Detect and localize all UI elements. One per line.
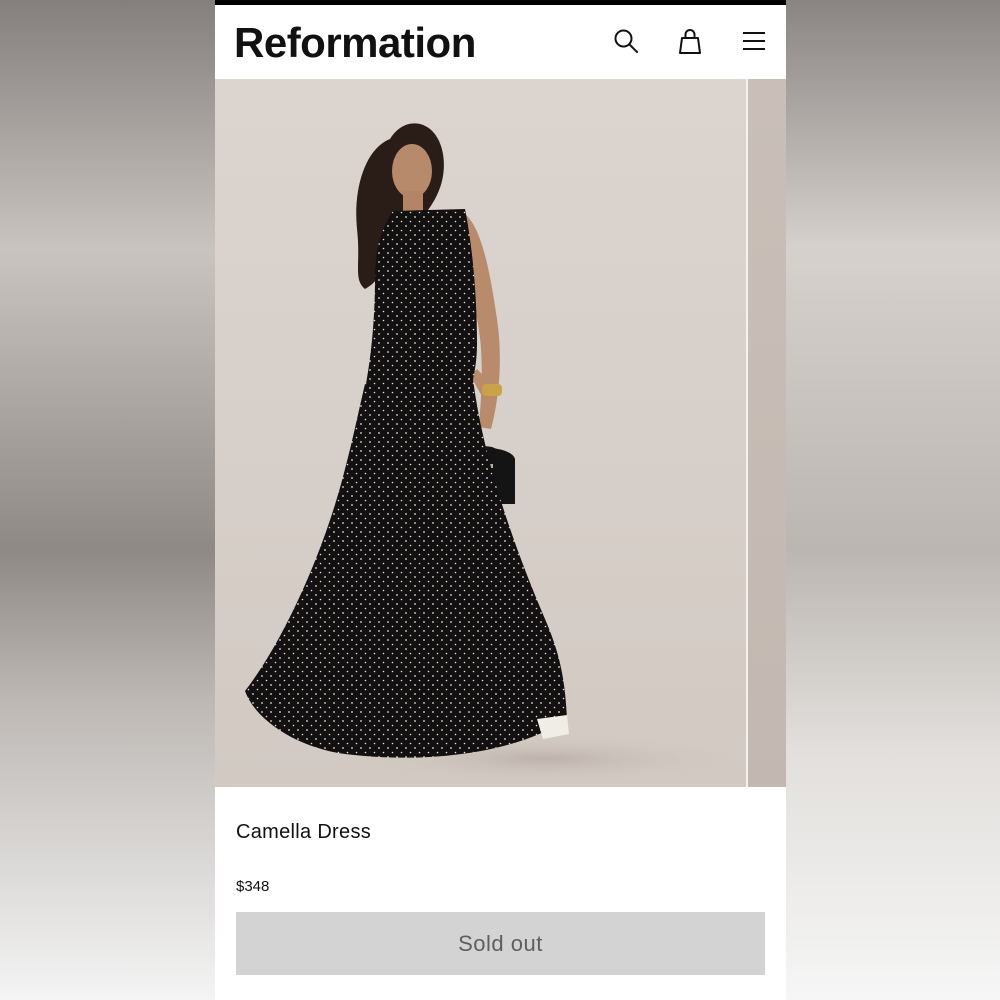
background-right: [786, 0, 1000, 1000]
menu-icon[interactable]: [740, 27, 768, 55]
product-price: $348: [236, 878, 270, 895]
shopping-bag-icon[interactable]: [676, 27, 704, 55]
phone-screen: Reformation Camella Dress $348 Sold out: [215, 0, 786, 1000]
model-in-dress-image: [245, 123, 746, 787]
product-image[interactable]: [215, 79, 746, 787]
brand-logo[interactable]: Reformation: [234, 19, 476, 67]
product-image-carousel[interactable]: [215, 79, 786, 787]
product-info: Camella Dress $348 Sold out: [215, 787, 786, 1000]
sold-out-button[interactable]: Sold out: [236, 912, 765, 975]
search-icon[interactable]: [612, 27, 640, 55]
site-header: Reformation: [215, 5, 786, 79]
background-left: [0, 0, 215, 1000]
next-product-image-peek[interactable]: [748, 79, 786, 787]
product-title: Camella Dress: [236, 821, 372, 843]
